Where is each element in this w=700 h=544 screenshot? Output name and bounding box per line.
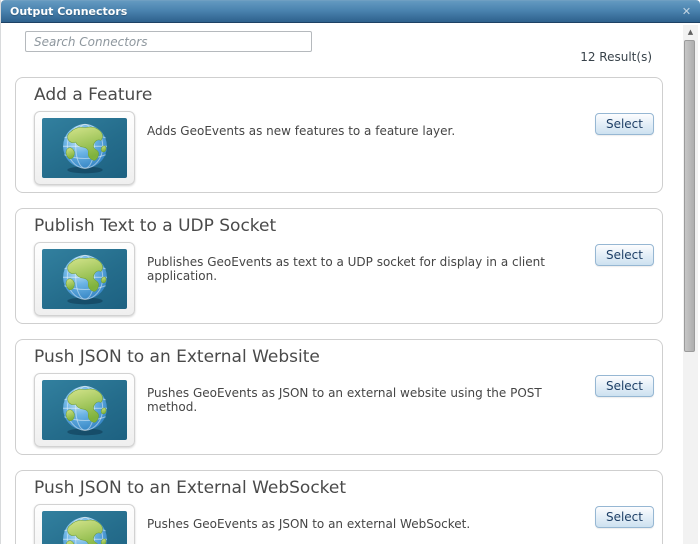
connector-card: Add a Feature Adds GeoEvents as new feat…	[15, 77, 663, 193]
select-button[interactable]: Select	[594, 244, 654, 266]
connector-description: Adds GeoEvents as new features to a feat…	[147, 124, 456, 138]
connector-description: Pushes GeoEvents as JSON to an external …	[147, 517, 471, 531]
connector-description: Pushes GeoEvents as JSON to an external …	[147, 386, 542, 414]
connector-thumbnail	[34, 242, 135, 316]
connector-title: Add a Feature	[34, 85, 153, 105]
connector-list: Add a Feature Adds GeoEvents as new feat…	[15, 77, 663, 544]
search-input[interactable]	[25, 31, 312, 52]
scrollbar-thumb[interactable]	[684, 40, 695, 352]
globe-icon	[42, 118, 127, 178]
dialog-titlebar: Output Connectors ✕	[1, 0, 700, 23]
connector-thumbnail	[34, 504, 135, 544]
connector-title: Push JSON to an External WebSocket	[34, 478, 347, 498]
connector-title: Push JSON to an External Website	[34, 347, 320, 367]
globe-icon	[42, 249, 127, 309]
connector-thumbnail	[34, 111, 135, 185]
connector-thumbnail	[34, 373, 135, 447]
select-button[interactable]: Select	[594, 113, 654, 135]
connector-title: Publish Text to a UDP Socket	[34, 216, 277, 236]
globe-icon	[42, 380, 127, 440]
connector-card: Publish Text to a UDP Socket Publishes G…	[15, 208, 663, 324]
connector-card: Push JSON to an External WebSocket Pushe…	[15, 470, 663, 544]
select-button[interactable]: Select	[594, 375, 654, 397]
globe-icon	[42, 511, 127, 544]
select-button[interactable]: Select	[594, 506, 654, 528]
results-count: 12 Result(s)	[580, 50, 652, 64]
output-connectors-dialog: Output Connectors ✕ 12 Result(s) Add a F…	[0, 0, 700, 544]
vertical-scrollbar: ▲	[683, 25, 698, 544]
connector-card: Push JSON to an External Website Pushes …	[15, 339, 663, 455]
scroll-up-icon[interactable]: ▲	[683, 25, 698, 40]
dialog-title: Output Connectors	[10, 5, 128, 18]
connector-description: Publishes GeoEvents as text to a UDP soc…	[147, 255, 545, 283]
close-icon[interactable]: ✕	[679, 4, 694, 19]
